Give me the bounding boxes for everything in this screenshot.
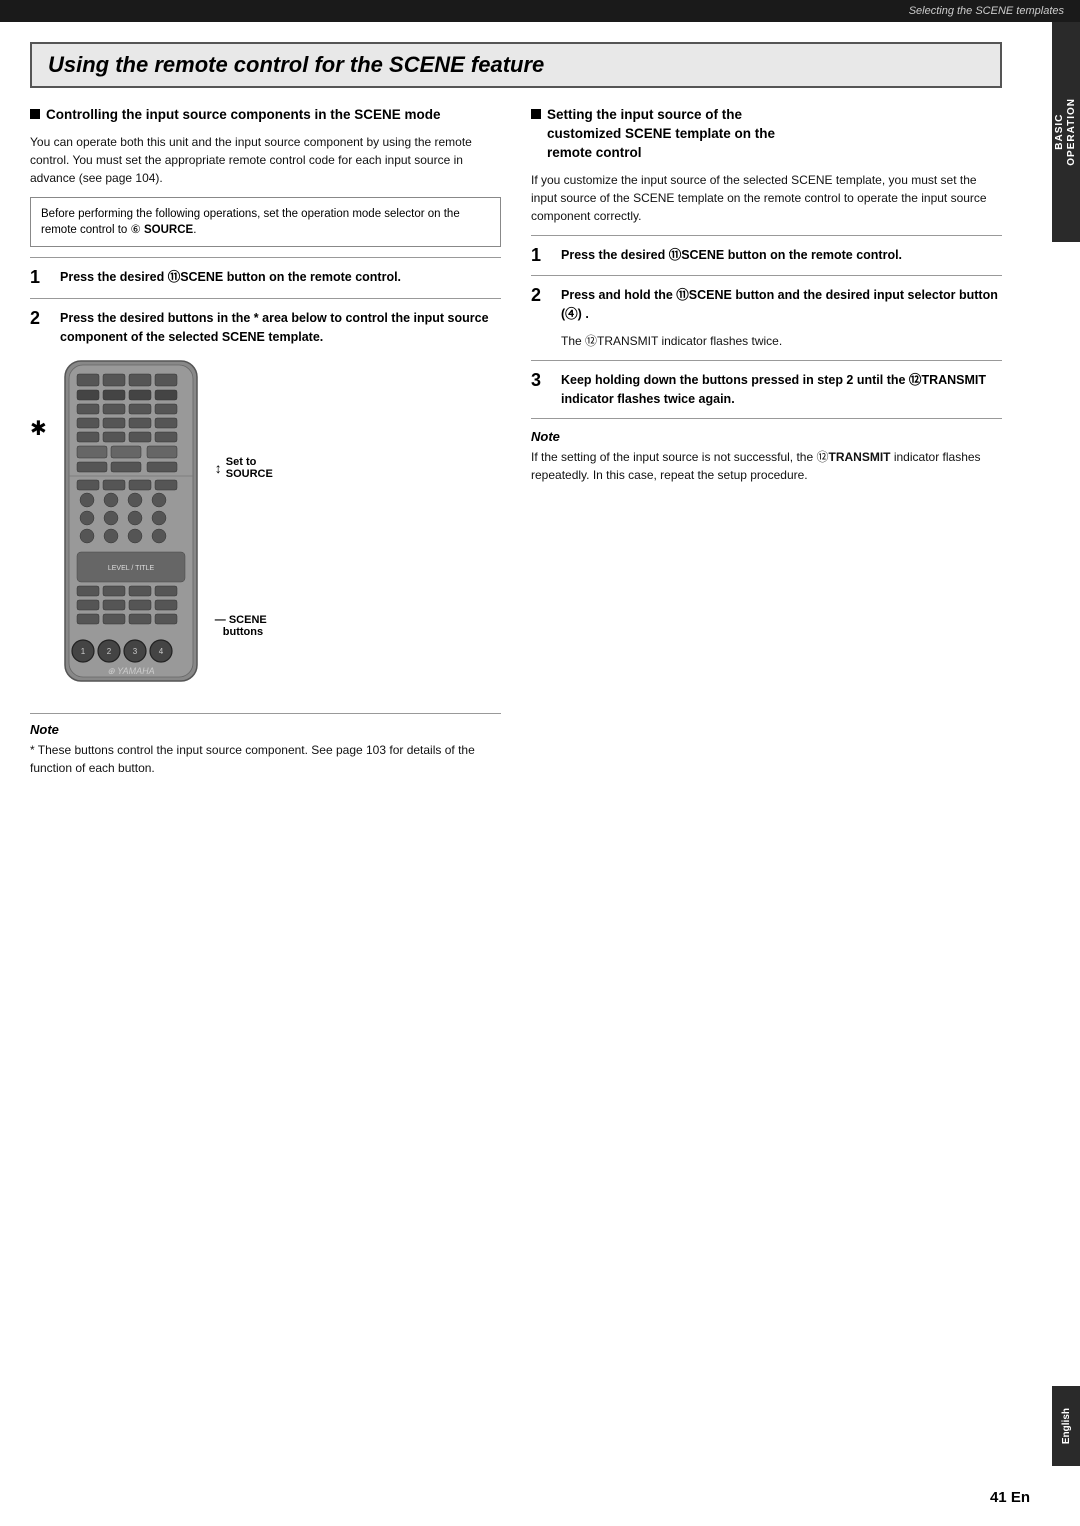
main-content: Using the remote control for the SCENE f… — [0, 22, 1052, 817]
right-note-heading: Note — [531, 429, 1002, 444]
bottom-note-body: These buttons control the input source c… — [30, 743, 475, 775]
svg-text:2: 2 — [107, 647, 112, 656]
sidebar-english-label: English — [1061, 1408, 1072, 1444]
sidebar-english: English — [1052, 1386, 1080, 1466]
step-text-2: Press the desired buttons in the * area … — [60, 309, 501, 347]
step-num-1: 1 — [30, 268, 52, 288]
source-text: SOURCE — [226, 468, 273, 480]
note-box-text: Before performing the following operatio… — [41, 208, 460, 236]
transmit-note-text: The ⑫TRANSMIT indicator flashes twice. — [561, 332, 1002, 350]
right-body-text: If you customize the input source of the… — [531, 171, 1002, 225]
svg-text:4: 4 — [159, 647, 164, 656]
source-label: ↕ Set to SOURCE — [215, 456, 273, 480]
right-divider-4 — [531, 418, 1002, 419]
right-step-2: 2 Press and hold the ⑪SCENE button and t… — [531, 286, 1002, 324]
two-column-layout: Controlling the input source components … — [30, 106, 1002, 787]
right-step-text-2: Press and hold the ⑪SCENE button and the… — [561, 286, 1002, 324]
header-section-title: Selecting the SCENE templates — [909, 5, 1064, 17]
note-circle-num: ⑥ — [131, 224, 141, 236]
note-box-bold: SOURCE — [144, 224, 193, 236]
bottom-note-heading: Note — [30, 722, 501, 737]
bottom-note-section: Note * These buttons control the input s… — [30, 713, 501, 777]
left-section-heading: Controlling the input source components … — [30, 106, 501, 125]
svg-text:⊕ YAMAHA: ⊕ YAMAHA — [107, 666, 154, 676]
page-number: 41 En — [990, 1489, 1030, 1506]
buttons-label: buttons — [223, 626, 273, 638]
step-num-2: 2 — [30, 309, 52, 329]
remote-control-image: LEVEL / TITLE — [57, 356, 205, 699]
scene-label-area: — SCENE buttons — [215, 614, 273, 638]
right-note-text: If the setting of the input source is no… — [531, 448, 1002, 484]
remote-area: ✱ — [30, 356, 501, 699]
page-title: Using the remote control for the SCENE f… — [48, 52, 544, 77]
left-section-title: Controlling the input source components … — [46, 106, 441, 125]
right-column: Setting the input source of the customiz… — [531, 106, 1002, 787]
bottom-note-inner: Note * These buttons control the input s… — [30, 722, 501, 777]
sidebar-basic-operation-label: BASICOPERATION — [1054, 98, 1078, 166]
svg-text:3: 3 — [133, 647, 138, 656]
remote-labels: ↕ Set to SOURCE — SCENE buttons — [215, 456, 273, 638]
left-step-2: 2 Press the desired buttons in the * are… — [30, 309, 501, 347]
asterisk-label: ✱ — [30, 416, 47, 441]
bullet-icon — [30, 109, 40, 119]
left-body-text: You can operate both this unit and the i… — [30, 133, 501, 187]
step-text-1: Press the desired ⑪SCENE button on the r… — [60, 268, 501, 287]
sidebar-basic-operation: BASICOPERATION — [1052, 22, 1080, 242]
divider-2 — [30, 298, 501, 299]
right-section-heading: Setting the input source of the customiz… — [531, 106, 1002, 163]
right-step-text-3: Keep holding down the buttons pressed in… — [561, 371, 1002, 409]
right-divider-2 — [531, 275, 1002, 276]
scene-dash-label: — SCENE — [215, 614, 273, 626]
svg-text:LEVEL / TITLE: LEVEL / TITLE — [108, 565, 155, 572]
right-step-num-3: 3 — [531, 371, 553, 391]
arrow-icon: ↕ — [215, 460, 222, 476]
top-header-bar: Selecting the SCENE templates — [0, 0, 1080, 22]
bottom-note-asterisk: * — [30, 743, 35, 757]
right-divider-3 — [531, 360, 1002, 361]
right-section-title: Setting the input source of the customiz… — [547, 106, 775, 163]
left-step-1: 1 Press the desired ⑪SCENE button on the… — [30, 268, 501, 288]
right-step-num-2: 2 — [531, 286, 553, 306]
right-step-text-1: Press the desired ⑪SCENE button on the r… — [561, 246, 1002, 265]
divider-1 — [30, 257, 501, 258]
svg-text:1: 1 — [81, 647, 86, 656]
right-step-num-1: 1 — [531, 246, 553, 266]
bottom-note-text: * These buttons control the input source… — [30, 741, 501, 777]
left-note-box: Before performing the following operatio… — [30, 197, 501, 247]
bullet-icon-right — [531, 109, 541, 119]
set-to-label: Set to — [226, 456, 273, 468]
left-column: Controlling the input source components … — [30, 106, 501, 787]
page-title-box: Using the remote control for the SCENE f… — [30, 42, 1002, 88]
right-step-1: 1 Press the desired ⑪SCENE button on the… — [531, 246, 1002, 266]
right-divider-1 — [531, 235, 1002, 236]
right-step-3: 3 Keep holding down the buttons pressed … — [531, 371, 1002, 409]
